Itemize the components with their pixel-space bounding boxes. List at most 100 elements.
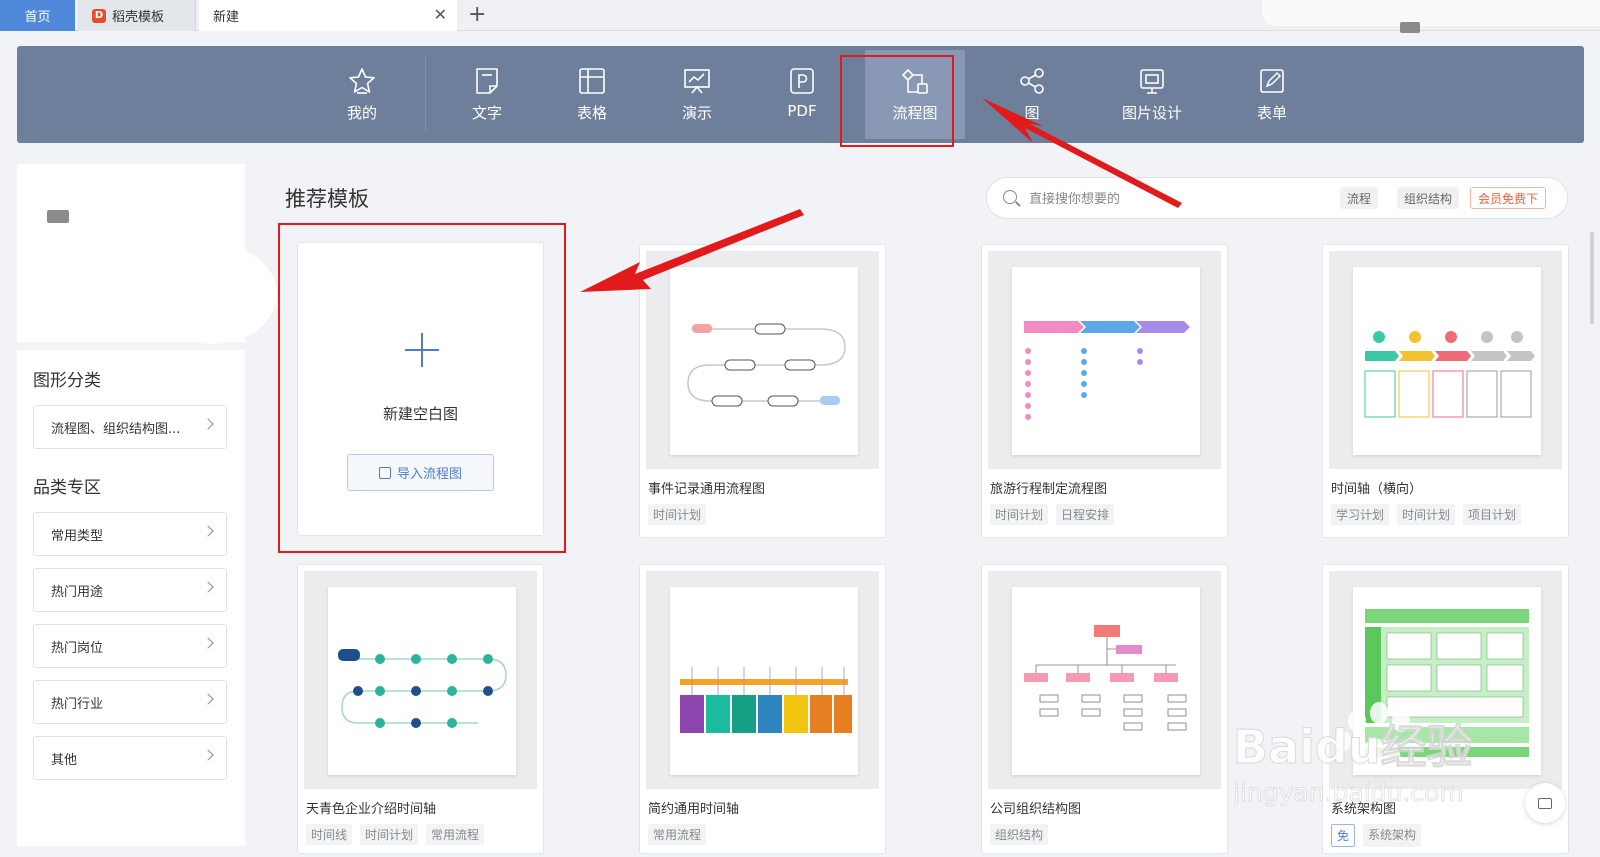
template-card[interactable]: 旅游行程制定流程图 时间计划 日程安排 <box>981 244 1228 538</box>
toolbar-label: 我的 <box>346 104 377 122</box>
template-tag[interactable]: 时间计划 <box>990 504 1049 525</box>
toolbar-item-writer[interactable]: 文字 <box>437 46 537 143</box>
tab-bar-blank-area <box>1262 0 1600 26</box>
template-thumbnail <box>1353 267 1541 455</box>
template-tag[interactable]: 时间线 <box>306 824 353 845</box>
tab-new[interactable]: 新建 ✕ <box>199 0 457 31</box>
template-name: 时间轴（横向） <box>1331 482 1423 497</box>
form-icon <box>1260 69 1284 93</box>
sidebar-item-hot-industries[interactable]: 热门行业 <box>33 680 227 724</box>
watermark-brand: Baidu经验 <box>1233 720 1473 774</box>
search-chip-vip[interactable]: 会员免费下 <box>1470 187 1547 209</box>
thumbnail-timeline <box>1364 331 1535 418</box>
category-select-value: 流程图、组织结构图... <box>51 421 181 437</box>
thumbnail-org-chart <box>1024 625 1187 731</box>
template-tags: 时间线 时间计划 常用流程 <box>306 824 485 845</box>
category-toolbar: 我的 文字 表格 演示 PDF 流程图 图 图片设计 表单 <box>17 46 1584 143</box>
template-tags: 时间计划 <box>648 504 707 525</box>
template-card[interactable]: 事件记录通用流程图 时间计划 <box>639 244 886 538</box>
search-chip-org[interactable]: 组织结构 <box>1397 187 1460 209</box>
template-card[interactable]: 公司组织结构图 组织结构 <box>981 564 1228 854</box>
toolbar-item-image-design[interactable]: 图片设计 <box>1102 46 1202 143</box>
template-tag[interactable]: 组织结构 <box>990 824 1049 845</box>
template-preview <box>304 571 537 789</box>
sidebar-item-hot-uses[interactable]: 热门用途 <box>33 568 227 612</box>
template-preview <box>646 571 879 789</box>
toolbar-label: 表格 <box>576 104 607 122</box>
template-name: 事件记录通用流程图 <box>648 482 766 497</box>
sidebar-item-label: 其他 <box>51 752 78 768</box>
template-tag[interactable]: 学习计划 <box>1331 504 1390 525</box>
template-tag[interactable]: 常用流程 <box>426 824 485 845</box>
template-thumbnail <box>328 587 516 775</box>
toolbar-item-spreadsheet[interactable]: 表格 <box>542 46 642 143</box>
category-select[interactable]: 流程图、组织结构图... <box>33 405 227 449</box>
template-preview <box>988 571 1221 789</box>
table-icon <box>579 68 605 94</box>
pdf-icon <box>790 68 814 94</box>
search-input[interactable] <box>1029 188 1329 210</box>
template-tag[interactable]: 系统架构 <box>1363 824 1422 847</box>
star-icon <box>349 68 375 94</box>
tab-daoke-templates[interactable]: D 稻壳模板 <box>78 0 196 31</box>
sidebar-item-label: 热门岗位 <box>51 640 104 656</box>
search-icon[interactable] <box>1003 190 1017 204</box>
toolbar-item-presentation[interactable]: 演示 <box>647 46 747 143</box>
thumbnail-travel-flow <box>1024 321 1190 420</box>
template-tag[interactable]: 日程安排 <box>1056 504 1115 525</box>
baidu-jingyan-watermark: Baidu经验 jingyan.baidu.com <box>1233 702 1473 807</box>
toolbar-item-pdf[interactable]: PDF <box>752 46 852 143</box>
watermark-url: jingyan.baidu.com <box>1233 778 1464 807</box>
thumbnail-simple-timeline <box>680 667 852 733</box>
sidebar-item-label: 热门用途 <box>51 584 104 600</box>
panel-overlay <box>147 244 277 344</box>
chevron-right-icon <box>202 693 214 705</box>
template-tags: 学习计划 时间计划 项目计划 <box>1331 504 1522 525</box>
document-icon <box>476 68 498 94</box>
highlight-box-blank <box>278 223 566 553</box>
toolbar-label: PDF <box>787 102 817 120</box>
toolbar-label: 文字 <box>471 104 502 122</box>
template-tags: 免系统架构 <box>1331 824 1422 847</box>
template-card[interactable]: 时间轴（横向） 学习计划 时间计划 项目计划 <box>1322 244 1569 538</box>
template-search-bar: 流程 组织结构 会员免费下 <box>986 177 1568 219</box>
template-tag[interactable]: 时间计划 <box>360 824 419 845</box>
sidebar-user-panel <box>17 164 277 344</box>
template-card[interactable]: 天青色企业介绍时间轴 时间线 时间计划 常用流程 <box>297 564 544 854</box>
chevron-right-icon <box>202 418 214 430</box>
template-name: 公司组织结构图 <box>990 802 1082 817</box>
tab-home[interactable]: 首页 <box>0 0 75 31</box>
sidebar-item-hot-positions[interactable]: 热门岗位 <box>33 624 227 668</box>
sidebar-item-common-types[interactable]: 常用类型 <box>33 512 227 556</box>
template-thumbnail <box>1012 587 1200 775</box>
template-preview <box>646 251 879 469</box>
template-tags: 常用流程 <box>648 824 707 845</box>
template-tag[interactable]: 时间计划 <box>648 504 707 525</box>
template-tag[interactable]: 时间计划 <box>1397 504 1456 525</box>
template-card[interactable]: 简约通用时间轴 常用流程 <box>639 564 886 854</box>
thumbnail-event-flow <box>687 323 846 407</box>
tab-bar: 首页 D 稻壳模板 新建 ✕ + <box>0 0 1600 33</box>
window-control-icon[interactable] <box>1400 22 1420 33</box>
template-thumbnail <box>670 587 858 775</box>
chevron-right-icon <box>202 581 214 593</box>
vertical-scrollbar[interactable] <box>1590 232 1594 324</box>
tab-daoke-label: 稻壳模板 <box>112 10 165 25</box>
template-preview <box>1329 251 1562 469</box>
toolbar-item-mindmap[interactable]: 图 <box>982 46 1082 143</box>
search-chip-flow[interactable]: 流程 <box>1340 187 1379 209</box>
category-title: 图形分类 <box>33 371 101 391</box>
template-thumbnail <box>1012 267 1200 455</box>
toolbar-item-form[interactable]: 表单 <box>1222 46 1322 143</box>
add-tab-icon[interactable]: + <box>468 3 486 27</box>
template-tag[interactable]: 常用流程 <box>648 824 707 845</box>
flag-icon <box>47 210 69 223</box>
toolbar-label: 图片设计 <box>1121 104 1182 122</box>
template-tag[interactable]: 项目计划 <box>1463 504 1522 525</box>
template-tags: 时间计划 日程安排 <box>990 504 1115 525</box>
toolbar-divider <box>425 56 426 132</box>
toolbar-item-mine[interactable]: 我的 <box>312 46 412 143</box>
close-icon[interactable]: ✕ <box>434 7 447 23</box>
feedback-button[interactable] <box>1525 783 1565 823</box>
sidebar-item-other[interactable]: 其他 <box>33 736 227 780</box>
